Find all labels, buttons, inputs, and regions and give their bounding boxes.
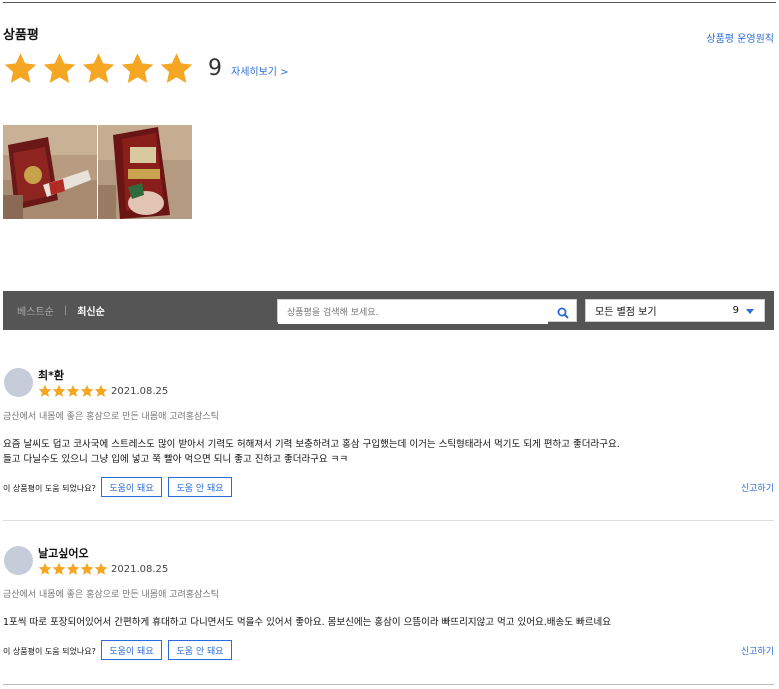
chevron-down-icon xyxy=(746,309,754,314)
star-icon xyxy=(159,51,194,86)
star-icon xyxy=(120,51,155,86)
sort-options: 베스트순 | 최신순 xyxy=(17,303,105,318)
sort-latest[interactable]: 최신순 xyxy=(77,303,105,318)
star-icon xyxy=(94,384,108,397)
average-rating: 9 자세히보기 > xyxy=(3,51,289,86)
review-policy-link[interactable]: 상품평 운영원칙 xyxy=(706,30,774,45)
review-date: 2021.08.25 xyxy=(111,564,169,575)
sort-separator: | xyxy=(63,305,68,316)
sort-best[interactable]: 베스트순 xyxy=(17,303,54,318)
product-name: 금산에서 내몸에 좋은 홍삼으로 만든 내몸애 고려홍삼스틱 xyxy=(3,590,219,600)
review-search-input[interactable] xyxy=(278,302,548,324)
bottom-divider xyxy=(3,684,774,685)
review-stars xyxy=(38,384,108,398)
reviewer-name: 날고싶어오 xyxy=(38,547,89,560)
helpful-no-button[interactable]: 도움 안 돼요 xyxy=(168,477,232,497)
detail-link[interactable]: 자세히보기 > xyxy=(231,63,289,78)
review-search xyxy=(277,299,577,324)
report-link[interactable]: 신고하기 xyxy=(741,644,774,657)
review-divider xyxy=(3,520,774,521)
review-stars xyxy=(38,562,108,576)
review-toolbar: 베스트순 | 최신순 모든 별점 보기 9 xyxy=(3,291,774,330)
star-icon xyxy=(38,562,52,575)
star-icon xyxy=(94,562,108,575)
search-icon[interactable] xyxy=(557,304,569,319)
helpful-question: 이 상품평이 도움 되었나요? xyxy=(3,484,96,493)
star-filter-select[interactable]: 모든 별점 보기 9 xyxy=(585,299,765,322)
report-link[interactable]: 신고하기 xyxy=(741,481,774,494)
review-text-line: 1포씩 따로 포장되어있어서 간편하게 휴대하고 다니면서도 먹을수 있어서 좋… xyxy=(3,617,612,628)
review-photos xyxy=(3,125,193,219)
helpful-question: 이 상품평이 도움 되었나요? xyxy=(3,647,96,656)
review-photo[interactable] xyxy=(3,125,97,219)
avatar xyxy=(4,546,33,575)
star-icon xyxy=(38,384,52,397)
star-icon xyxy=(52,562,66,575)
review-text-line: 들고 다닐수도 있으니 그냥 입에 넣고 쭉 빨아 먹으면 되니 좋고 진하고 … xyxy=(3,454,349,465)
star-icon xyxy=(80,562,94,575)
star-icon xyxy=(42,51,77,86)
review-photo[interactable] xyxy=(98,125,192,219)
helpful-yes-button[interactable]: 도움이 돼요 xyxy=(101,477,162,497)
review-date: 2021.08.25 xyxy=(111,386,169,397)
product-name: 금산에서 내몸에 좋은 홍삼으로 만든 내몸애 고려홍삼스틱 xyxy=(3,412,219,422)
top-divider xyxy=(3,2,776,3)
star-icon xyxy=(52,384,66,397)
star-icon xyxy=(81,51,116,86)
filter-label: 모든 별점 보기 xyxy=(595,307,657,318)
avatar xyxy=(4,368,33,397)
helpful-yes-button[interactable]: 도움이 돼요 xyxy=(101,640,162,660)
section-title: 상품평 xyxy=(3,28,39,43)
star-icon xyxy=(66,562,80,575)
review-text-line: 요즘 날씨도 덥고 코사국에 스트레스도 많이 받아서 기력도 허해져서 기력 … xyxy=(3,439,620,450)
filter-count: 9 xyxy=(732,305,739,316)
reviewer-name: 최*환 xyxy=(38,369,64,382)
helpful-no-button[interactable]: 도움 안 돼요 xyxy=(168,640,232,660)
review-count: 9 xyxy=(208,56,222,81)
star-icon xyxy=(3,51,38,86)
star-icon xyxy=(66,384,80,397)
star-icon xyxy=(80,384,94,397)
